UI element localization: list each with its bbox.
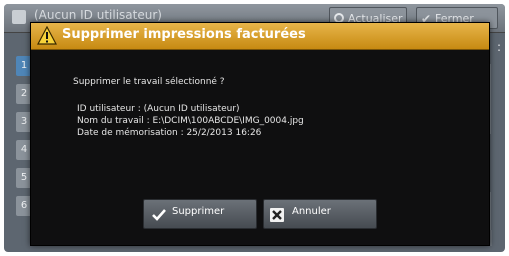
delete-billed-prints-dialog: Supprimer impressions facturées Supprime…: [30, 22, 490, 246]
detail-stored-date: Date de mémorisation : 25/2/2013 16:26: [77, 128, 262, 138]
background-title: (Aucun ID utilisateur): [34, 8, 162, 22]
dialog-title: Supprimer impressions facturées: [62, 27, 306, 42]
detail-user-id: ID utilisateur : (Aucun ID utilisateur): [77, 104, 240, 114]
background-colon: :: [496, 40, 501, 54]
confirm-question: Supprimer le travail sélectionné ?: [73, 77, 225, 87]
detail-job-name: Nom du travail : E:\DCIM\100ABCDE\IMG_00…: [77, 116, 304, 126]
x-icon: [270, 208, 284, 222]
cancel-button-label: Annuler: [292, 206, 331, 217]
delete-button-label: Supprimer: [172, 206, 225, 217]
warning-icon: [37, 26, 57, 45]
delete-button[interactable]: Supprimer: [143, 199, 257, 229]
dialog-title-bar: Supprimer impressions facturées: [31, 23, 489, 50]
screen: (Aucun ID utilisateur) Actualiser ✔ Ferm…: [4, 4, 505, 252]
check-icon: [152, 209, 166, 221]
cancel-button[interactable]: Annuler: [263, 199, 377, 229]
job-details: ID utilisateur : (Aucun ID utilisateur) …: [77, 103, 304, 139]
user-icon: [12, 10, 26, 24]
check-icon: ✔: [421, 12, 432, 26]
